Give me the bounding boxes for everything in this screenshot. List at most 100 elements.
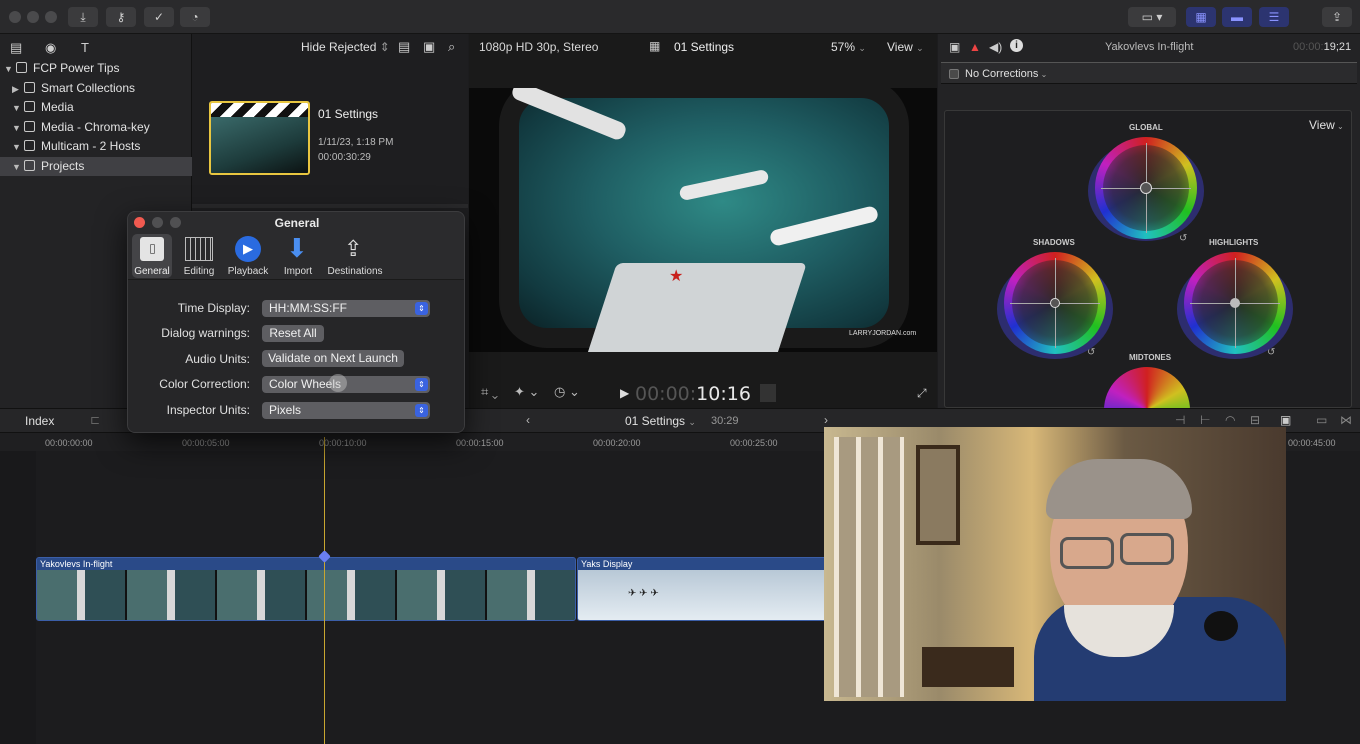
filmstrip-icon[interactable]: ▣ (423, 39, 435, 55)
transitions-browser-icon[interactable]: ⋈ (1340, 413, 1352, 427)
wheels-view-popup[interactable]: View ⌄ (1309, 118, 1344, 132)
wheel-puck[interactable] (1230, 298, 1240, 308)
play-button[interactable]: ▶ (620, 386, 629, 400)
libraries-icon[interactable]: ▤ (10, 40, 22, 56)
wing-shape (581, 263, 807, 352)
workspace-button[interactable]: ▭ ▾ (1128, 7, 1176, 27)
clip-appearance-icon[interactable]: ▣ (1280, 413, 1291, 427)
top-toolbar: ⤓ ⚷ ✓ ◔ ▭ ▾ ▦ ▬ ☰ ⇪ (0, 0, 1360, 34)
sidebar-item-media-chroma-key[interactable]: ▼ Media - Chroma-key (0, 118, 192, 137)
glasses-right-lens (1120, 533, 1174, 565)
reset-icon[interactable]: ↺ (1087, 347, 1095, 358)
video-frame[interactable]: ★ LARRYJORDAN.com (469, 88, 937, 352)
tab-import[interactable]: ⬇ Import (276, 234, 320, 278)
time-display-value: HH:MM:SS:FF (269, 301, 347, 315)
highlights-color-wheel[interactable] (1184, 252, 1286, 354)
history-back-icon[interactable]: ‹ (526, 413, 530, 427)
disclosure-down-icon[interactable]: ▼ (12, 158, 22, 177)
keyword-button[interactable]: ⚷ (106, 7, 136, 27)
disclosure-down-icon[interactable]: ▼ (12, 99, 22, 118)
wheel-puck[interactable] (1050, 298, 1060, 308)
disclosure-down-icon[interactable]: ▼ (12, 119, 22, 138)
index-button[interactable]: Index (25, 414, 54, 428)
zoom-popup[interactable]: 57% ⌄ (831, 40, 866, 54)
project-thumbnail[interactable] (209, 101, 310, 175)
inspector-layout-button[interactable]: ☰ (1259, 7, 1289, 27)
sidebar-item-label: Smart Collections (41, 81, 136, 95)
side-table (922, 647, 1014, 687)
titles-generators-icon[interactable]: T (81, 40, 89, 55)
audio-skimming-icon[interactable]: ⊣ (1175, 413, 1185, 427)
mouse-cursor (329, 374, 347, 392)
background-tasks-button[interactable]: ◔ (180, 7, 210, 27)
minimize-window-button[interactable] (27, 11, 39, 23)
timeline-clip[interactable]: Yaks Display ✈ ✈ ✈ (577, 557, 827, 621)
chevron-updown-icon: ⇕ (415, 404, 428, 417)
connect-clip-icon[interactable]: ⊏ (90, 413, 100, 427)
import-button[interactable]: ⤓ (68, 7, 98, 27)
tab-general[interactable]: General (132, 234, 172, 278)
watermark: LARRYJORDAN.com (849, 330, 917, 337)
global-color-wheel[interactable] (1095, 137, 1197, 239)
disclosure-down-icon[interactable]: ▼ (4, 60, 14, 79)
analyze-button[interactable]: ✓ (144, 7, 174, 27)
corrections-popup[interactable]: No Corrections ⌄ (965, 68, 1047, 80)
tab-editing[interactable]: Editing (178, 234, 220, 278)
sidebar-item-multicam[interactable]: ▼ Multicam - 2 Hosts (0, 137, 192, 156)
zoom-window-button[interactable] (45, 11, 57, 23)
reset-all-button[interactable]: Reset All (262, 325, 324, 342)
share-icon: ⇪ (1331, 10, 1343, 24)
disclosure-right-icon[interactable]: ▶ (12, 80, 22, 99)
browser-layout-button[interactable]: ▦ (1186, 7, 1216, 27)
import-icon: ⤓ (80, 10, 86, 24)
timeline-project-popup[interactable]: 01 Settings ⌄ (625, 414, 696, 428)
search-icon[interactable]: ⌕ (448, 39, 455, 55)
share-button[interactable]: ⇪ (1322, 7, 1352, 27)
reset-icon[interactable]: ↺ (1267, 347, 1275, 358)
timeline-duration: 30:29 (711, 415, 739, 427)
solo-icon[interactable]: ◠ (1225, 413, 1235, 427)
enhance-tool-icon[interactable]: ✦ ⌄ (514, 384, 539, 400)
tab-playback[interactable]: ▶ Playback (226, 234, 270, 278)
clip-appearance-icon[interactable]: ▤ (398, 39, 410, 55)
sidebar-item-projects[interactable]: ▼ Projects (0, 157, 192, 176)
video-inspector-icon[interactable]: ▣ (949, 40, 960, 54)
playhead[interactable] (324, 437, 325, 744)
sidebar-item-media[interactable]: ▼ Media (0, 98, 192, 117)
timeline-clip[interactable]: Yakovlevs In-flight (36, 557, 576, 621)
reset-icon[interactable]: ↺ (1179, 233, 1187, 244)
sidebar-item-smart-collections[interactable]: ▶ Smart Collections (0, 79, 192, 98)
time-display-popup[interactable]: HH:MM:SS:FF ⇕ (262, 300, 430, 317)
color-inspector-icon[interactable]: ▲ (969, 40, 981, 54)
snapping-icon[interactable]: ⊟ (1250, 413, 1260, 427)
photos-audio-icon[interactable]: ◉ (45, 40, 56, 56)
view-label: View (1309, 118, 1335, 132)
fullscreen-icon[interactable]: ⤢ (917, 386, 927, 401)
speed-tool-icon[interactable]: ◷ ⌄ (554, 384, 580, 400)
audio-units-label: Audio Units: (185, 352, 250, 366)
inspector-units-popup[interactable]: Pixels ⇕ (262, 402, 430, 419)
close-window-button[interactable] (9, 11, 21, 23)
timeline-layout-button[interactable]: ▬ (1222, 7, 1252, 27)
effects-browser-icon[interactable]: ▭ (1316, 413, 1327, 427)
viewer-timecode[interactable]: 00:00:10:16 (635, 383, 751, 405)
tab-destinations[interactable]: ⇪ Destinations (324, 234, 386, 278)
disclosure-down-icon[interactable]: ▼ (12, 138, 22, 157)
tab-label: Destinations (327, 266, 383, 277)
tab-label: Editing (183, 266, 215, 277)
download-arrow-icon: ⬇ (286, 233, 308, 263)
skimming-icon[interactable]: ⊢ (1200, 413, 1210, 427)
corrections-checkbox[interactable] (949, 69, 959, 79)
shadows-color-wheel[interactable] (1004, 252, 1106, 354)
validate-button[interactable]: Validate on Next Launch (262, 350, 404, 367)
audio-inspector-icon[interactable]: ◀) (989, 40, 1002, 54)
history-forward-icon[interactable]: › (824, 413, 828, 427)
info-icon[interactable]: i (1010, 39, 1023, 52)
wheel-puck[interactable] (1140, 182, 1152, 194)
sidebar-item-library[interactable]: ▼ FCP Power Tips (0, 59, 192, 78)
wheel-label-highlights: HIGHLIGHTS (1209, 238, 1259, 247)
filter-popup[interactable]: Hide Rejected ⇕ (301, 40, 390, 54)
transform-tool-icon[interactable]: ⌗ ⌄ (481, 384, 498, 400)
view-popup[interactable]: View ⌄ (887, 40, 924, 54)
library-icon (16, 62, 27, 73)
